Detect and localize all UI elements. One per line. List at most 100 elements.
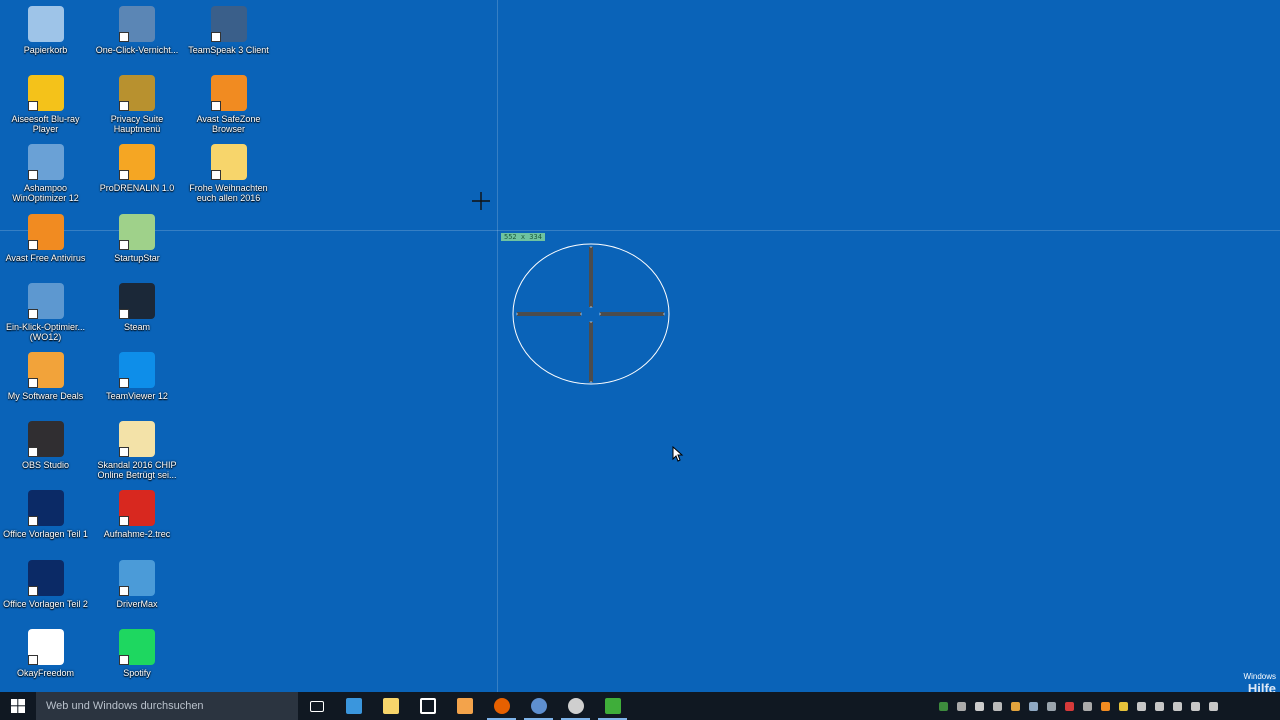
- tray-settings-icon[interactable]: [952, 692, 970, 720]
- camtasia-icon: [604, 698, 621, 714]
- tray-avast-icon[interactable]: [1096, 692, 1114, 720]
- desktop-icon[interactable]: StartupStar: [91, 210, 183, 276]
- shortcut-arrow-icon: [119, 378, 129, 388]
- desktop-icon[interactable]: OkayFreedom: [0, 625, 92, 691]
- tray-settings-icon-glyph: [956, 701, 966, 711]
- desktop-icon[interactable]: Frohe Weihnachten euch allen 2016: [183, 140, 275, 206]
- desktop-icon-label: Skandal 2016 CHIP Online Betrügt sei...: [97, 460, 177, 481]
- tray-flag-icon[interactable]: [1114, 692, 1132, 720]
- tray-monitor-icon[interactable]: [1168, 692, 1186, 720]
- desktop-icon[interactable]: One-Click-Vernicht...: [91, 2, 183, 68]
- desktop-icon-label: Privacy Suite Hauptmenü: [110, 114, 164, 135]
- taskbar-button-firefox[interactable]: [483, 692, 520, 720]
- taskbar-button-task-view[interactable]: [298, 692, 335, 720]
- shortcut-arrow-icon: [119, 101, 129, 112]
- tray-ring-icon[interactable]: [1078, 692, 1096, 720]
- mouse-pointer-icon: [672, 446, 684, 462]
- desktop-icon-label: Steam: [123, 321, 150, 332]
- desktop-icon-label: Office Vorlagen Teil 1: [3, 529, 88, 540]
- drivermax-icon: [119, 559, 155, 596]
- teamviewer-icon: [119, 352, 155, 388]
- taskbar-button-obs[interactable]: [557, 692, 594, 720]
- tray-cloud-icon-glyph: [1136, 701, 1146, 711]
- desktop-icon[interactable]: Office Vorlagen Teil 2: [0, 556, 92, 622]
- pinned-apps: [298, 692, 631, 720]
- taskbar-button-edge[interactable]: [335, 692, 372, 720]
- tray-app-icon-glyph: [938, 701, 948, 711]
- shortcut-arrow-icon: [210, 170, 221, 181]
- desktop-icon[interactable]: TeamSpeak 3 Client: [183, 2, 275, 68]
- tray-pen-icon[interactable]: [988, 692, 1006, 720]
- volume-icon[interactable]: [1186, 692, 1204, 720]
- desktop-icon-label: ProDRENALIN 1.0: [99, 183, 175, 194]
- desktop-icon-label: Aiseesoft Blu-ray Player: [11, 114, 80, 135]
- tray-app-icon[interactable]: [934, 692, 952, 720]
- taskbar: Web und Windows durchsuchen: [0, 692, 1280, 720]
- horizontal-guide-line: [0, 230, 1280, 231]
- desktop-icon[interactable]: Avast Free Antivirus: [0, 210, 92, 276]
- desktop-icon[interactable]: Avast SafeZone Browser: [183, 71, 275, 137]
- desktop[interactable]: Papierkorb One-Click-Vernicht... TeamSpeak…: [0, 0, 1280, 692]
- tray-steam-icon-glyph: [1028, 701, 1038, 711]
- desktop-icon[interactable]: ProDRENALIN 1.0: [91, 140, 183, 206]
- desktop-icon[interactable]: Aufnahme-2.trec: [91, 486, 183, 552]
- crosshair-cursor-icon: [472, 192, 490, 210]
- desktop-icon[interactable]: Spotify: [91, 625, 183, 691]
- desktop-icon-label: TeamViewer 12: [106, 391, 168, 401]
- desktop-icon[interactable]: My Software Deals: [0, 348, 92, 414]
- tray-flag-icon-glyph: [1118, 701, 1128, 711]
- notifications-icon[interactable]: [1204, 692, 1222, 720]
- okayfreedom-icon: [27, 628, 64, 665]
- tray-red-icon[interactable]: [1060, 692, 1078, 720]
- tray-up-icon-glyph: [1154, 701, 1164, 711]
- shopping-cart-icon: [27, 352, 64, 388]
- startupstar-icon: [119, 213, 155, 250]
- shortcut-arrow-icon: [27, 378, 38, 388]
- teamspeak-icon: [210, 6, 247, 42]
- taskbar-button-file-explorer[interactable]: [372, 692, 409, 720]
- taskbar-button-store[interactable]: [409, 692, 446, 720]
- desktop-icon[interactable]: Papierkorb: [0, 2, 92, 68]
- tray-colorful-icon[interactable]: [1006, 692, 1024, 720]
- franzis-icon: [27, 490, 64, 527]
- desktop-icon-label: Avast SafeZone Browser: [196, 114, 261, 135]
- desktop-icon[interactable]: Ein-Klick-Optimier... (WO12): [0, 279, 92, 345]
- desktop-icon[interactable]: OBS Studio: [0, 417, 92, 483]
- desktop-icon[interactable]: Aiseesoft Blu-ray Player: [0, 71, 92, 137]
- desktop-icon-label: OkayFreedom: [16, 667, 75, 678]
- taskbar-search-box[interactable]: Web und Windows durchsuchen: [36, 692, 298, 720]
- notifications-icon-glyph: [1208, 701, 1218, 711]
- obs-icon: [27, 421, 64, 458]
- desktop-icon[interactable]: Privacy Suite Hauptmenü: [91, 71, 183, 137]
- tray-avast-icon-glyph: [1100, 701, 1110, 711]
- privacy-lock-icon: [119, 75, 155, 112]
- desktop-icon[interactable]: Ashampoo WinOptimizer 12: [0, 140, 92, 206]
- desktop-icon[interactable]: Skandal 2016 CHIP Online Betrügt sei...: [91, 417, 183, 483]
- shortcut-arrow-icon: [210, 101, 221, 112]
- tray-cloud-icon[interactable]: [1132, 692, 1150, 720]
- tray-steam-icon[interactable]: [1024, 692, 1042, 720]
- desktop-icon[interactable]: TeamViewer 12: [91, 348, 183, 414]
- desktop-icon[interactable]: Office Vorlagen Teil 1: [0, 486, 92, 552]
- taskbar-button-camtasia[interactable]: [594, 692, 631, 720]
- desktop-icon-label: Office Vorlagen Teil 2: [3, 598, 88, 609]
- store-icon: [419, 698, 436, 714]
- desktop-icon[interactable]: Steam: [91, 279, 183, 345]
- tray-up-icon[interactable]: [1150, 692, 1168, 720]
- shortcut-arrow-icon: [119, 654, 129, 665]
- edge-icon: [345, 698, 362, 714]
- start-button[interactable]: [0, 692, 36, 720]
- shortcut-arrow-icon: [27, 516, 38, 527]
- taskbar-button-media-player[interactable]: [446, 692, 483, 720]
- shortcut-arrow-icon: [27, 308, 38, 319]
- tray-dot-icon[interactable]: [970, 692, 988, 720]
- shortcut-arrow-icon: [119, 516, 129, 527]
- taskbar-button-thunderbird[interactable]: [520, 692, 557, 720]
- shortcut-arrow-icon: [27, 239, 38, 250]
- shortcut-arrow-icon: [27, 585, 38, 596]
- obs-icon: [567, 698, 584, 714]
- shortcut-arrow-icon: [210, 32, 221, 42]
- tray-network-icon[interactable]: [1042, 692, 1060, 720]
- magnifier-crosshair: [512, 243, 670, 385]
- desktop-icon[interactable]: DriverMax: [91, 556, 183, 622]
